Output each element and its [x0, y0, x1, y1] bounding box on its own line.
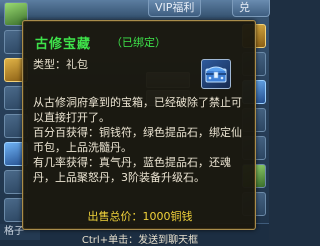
- blue-treasure-chest-icon: [201, 59, 231, 89]
- description-line: 丹，上品聚怒丹，3阶装备升级石。: [33, 171, 205, 184]
- sell-price: 出售总价：1000铜钱: [87, 210, 193, 223]
- description-line: 从古修洞府拿到的宝箱，已经破除了禁止可: [33, 96, 242, 109]
- exchange-tab[interactable]: 兑: [232, 0, 270, 17]
- description-line: 币包，上品洗髓丹。: [33, 141, 132, 154]
- item-tooltip: 古修宝藏 （已绑定） 类型：礼包 从古修洞府拿到的宝箱，已经破除了禁止可 以直接…: [22, 20, 256, 246]
- inventory-topbar: [0, 0, 269, 18]
- item-type: 类型：礼包: [33, 58, 88, 71]
- bound-status: （已绑定）: [111, 36, 166, 49]
- ctrl-click-hint: Ctrl+单击：发送到聊天框: [81, 235, 199, 246]
- description-line: 以直接打开了。: [33, 111, 110, 124]
- description-line: 有几率获得：真气丹，蓝色提品石，还魂: [33, 156, 231, 169]
- description-line: 百分百获得：铜钱符，绿色提品石，绑定仙: [33, 126, 242, 139]
- vip-welfare-tab[interactable]: VIP福利: [148, 0, 202, 17]
- item-name: 古修宝藏: [35, 37, 92, 52]
- item-description: 从古修洞府拿到的宝箱，已经破除了禁止可 以直接打开了。 百分百获得：铜钱符，绿色…: [33, 95, 251, 185]
